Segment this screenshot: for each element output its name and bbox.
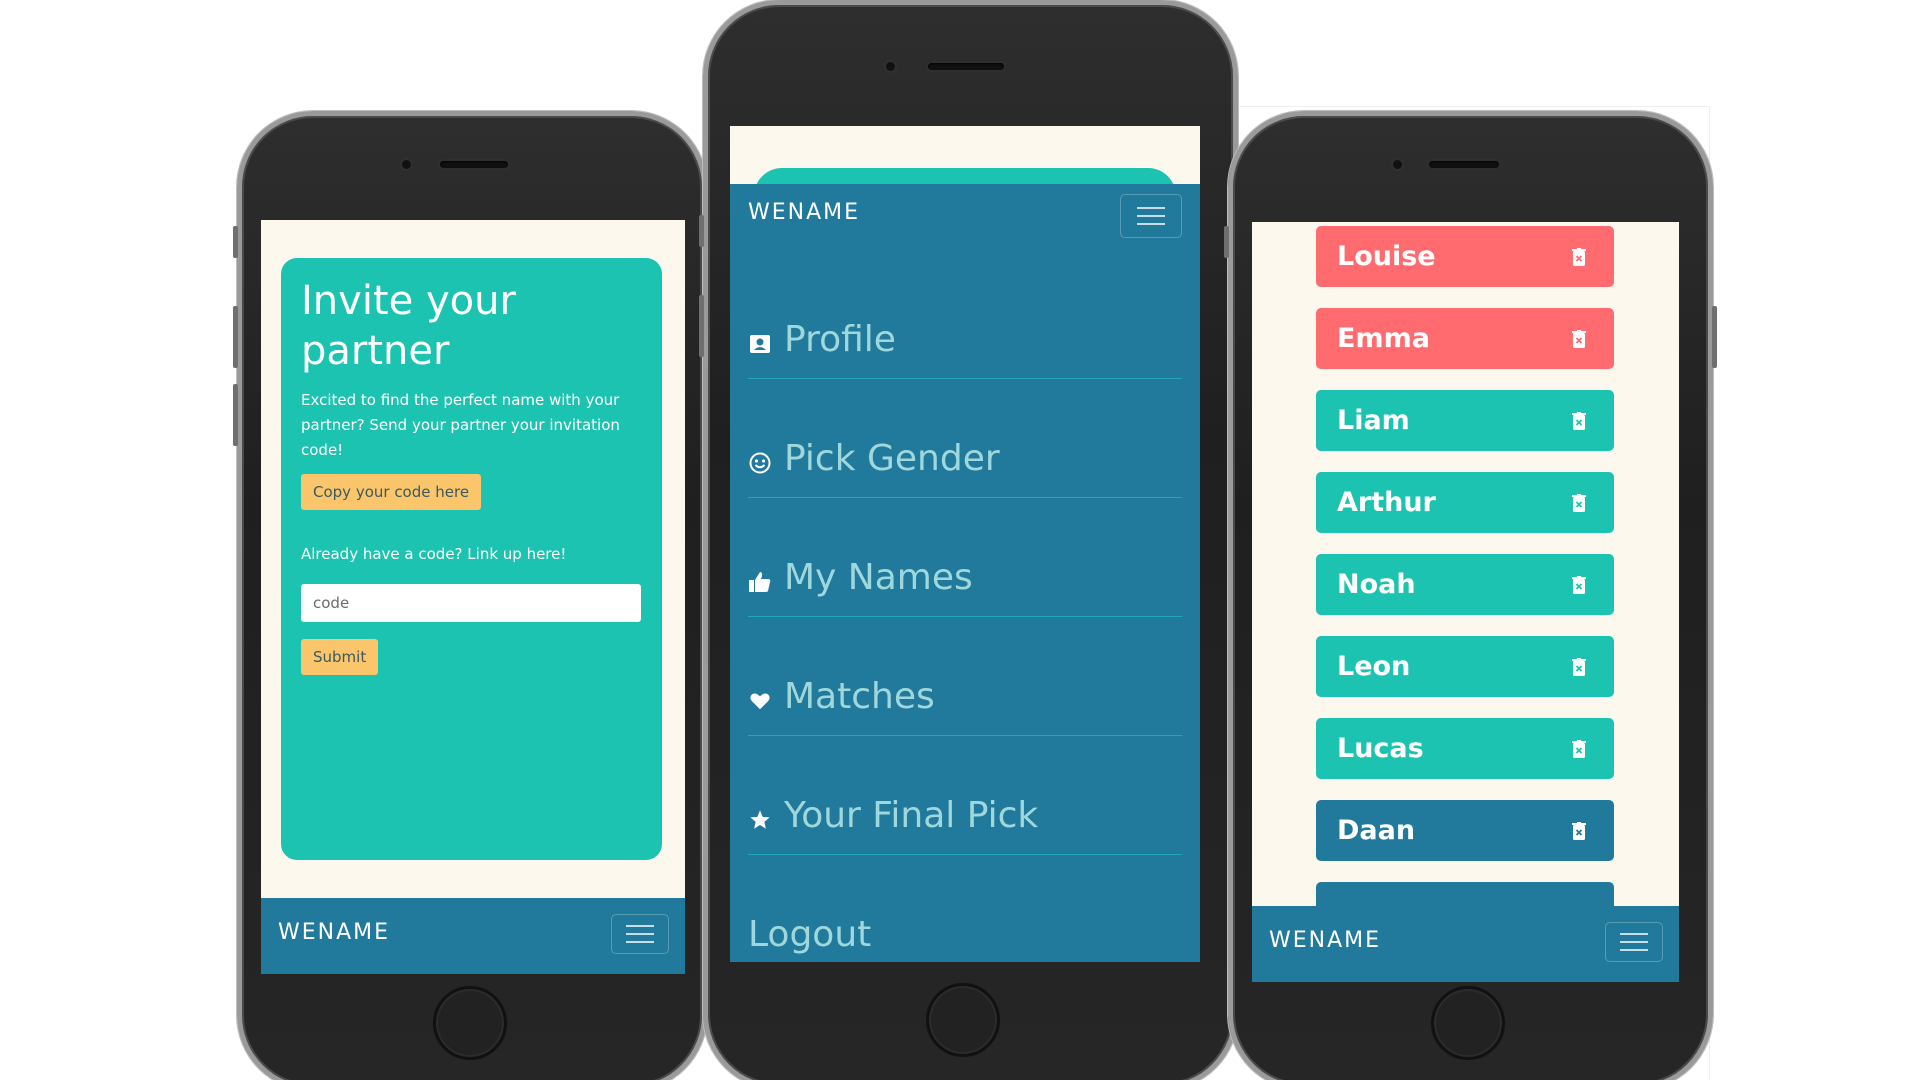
- side-button: [1712, 306, 1717, 368]
- menu-item-label: Matches: [784, 676, 935, 717]
- code-input[interactable]: [301, 584, 641, 622]
- trash-icon[interactable]: [1572, 658, 1586, 676]
- menu-item-label: Your Final Pick: [784, 795, 1039, 836]
- side-button: [233, 384, 238, 446]
- trash-icon[interactable]: [1572, 740, 1586, 758]
- trash-icon[interactable]: [1572, 330, 1586, 348]
- navbar: WENAME: [261, 898, 685, 974]
- profile-card-icon: [748, 332, 772, 356]
- home-button: [433, 986, 507, 1060]
- hamburger-icon: [626, 925, 654, 927]
- thumbs-up-icon: [748, 570, 772, 594]
- trash-icon[interactable]: [1572, 248, 1586, 266]
- hamburger-icon: [626, 933, 654, 935]
- side-button: [233, 226, 238, 258]
- brand-logo[interactable]: WENAME: [278, 920, 390, 945]
- phone-names: Louise Emma Liam Arthur Noah Leon Lucas …: [1224, 111, 1717, 1080]
- phone-invite: Invite your partner Excited to find the …: [233, 111, 707, 1080]
- menu-screen: WENAME Profile Pick Gender My Names Matc…: [730, 126, 1200, 962]
- menu-item-final-pick[interactable]: Your Final Pick: [748, 736, 1182, 855]
- list-item[interactable]: Arthur: [1316, 472, 1614, 533]
- names-screen: Louise Emma Liam Arthur Noah Leon Lucas …: [1252, 222, 1679, 982]
- home-button: [926, 983, 1000, 1057]
- invite-screen: Invite your partner Excited to find the …: [261, 220, 685, 974]
- copy-code-button[interactable]: Copy your code here: [301, 474, 482, 510]
- hamburger-menu-button[interactable]: [1120, 194, 1182, 238]
- invite-description: Excited to find the perfect name with yo…: [301, 391, 620, 459]
- hamburger-menu-button[interactable]: [611, 914, 669, 954]
- menu-item-logout[interactable]: Logout: [748, 855, 1182, 962]
- navbar: WENAME: [730, 184, 1200, 260]
- divider: [1228, 106, 1710, 107]
- brand-logo[interactable]: WENAME: [1269, 928, 1381, 953]
- list-item[interactable]: Noah: [1316, 554, 1614, 615]
- name-label: Emma: [1337, 323, 1430, 354]
- menu-item-profile[interactable]: Profile: [748, 260, 1182, 379]
- hamburger-icon: [1620, 949, 1648, 951]
- camera: [402, 160, 411, 169]
- name-label: Lucas: [1337, 733, 1424, 764]
- menu-item-matches[interactable]: Matches: [748, 617, 1182, 736]
- list-item[interactable]: Emma: [1316, 308, 1614, 369]
- names-list: Louise Emma Liam Arthur Noah Leon Lucas …: [1316, 226, 1614, 964]
- speaker: [928, 63, 1004, 70]
- heart-icon: [748, 689, 772, 713]
- list-item[interactable]: Liam: [1316, 390, 1614, 451]
- trash-icon[interactable]: [1572, 576, 1586, 594]
- hamburger-icon: [1137, 223, 1165, 225]
- trash-icon[interactable]: [1572, 822, 1586, 840]
- invite-card: Invite your partner Excited to find the …: [281, 258, 662, 860]
- name-label: Leon: [1337, 651, 1411, 682]
- name-label: Arthur: [1337, 487, 1436, 518]
- name-label: Louise: [1337, 241, 1436, 272]
- menu-item-pick-gender[interactable]: Pick Gender: [748, 379, 1182, 498]
- camera: [1393, 160, 1402, 169]
- side-button: [1224, 226, 1229, 258]
- list-item[interactable]: Louise: [1316, 226, 1614, 287]
- trash-icon[interactable]: [1572, 412, 1586, 430]
- menu-item-label: Profile: [784, 319, 896, 360]
- speaker: [440, 161, 508, 168]
- hamburger-icon: [626, 941, 654, 943]
- phone-menu: WENAME Profile Pick Gender My Names Matc…: [699, 0, 1238, 1080]
- home-button: [1431, 986, 1505, 1060]
- menu-item-my-names[interactable]: My Names: [748, 498, 1182, 617]
- smiley-icon: [748, 451, 772, 475]
- nav-menu: Profile Pick Gender My Names Matches You…: [748, 260, 1182, 962]
- side-button: [233, 306, 238, 368]
- menu-item-label: My Names: [784, 557, 973, 598]
- hamburger-icon: [1137, 215, 1165, 217]
- list-item[interactable]: Leon: [1316, 636, 1614, 697]
- menu-item-label: Logout: [748, 914, 872, 955]
- star-icon: [748, 808, 772, 832]
- list-item[interactable]: Lucas: [1316, 718, 1614, 779]
- side-button: [699, 215, 704, 247]
- name-label: Liam: [1337, 405, 1410, 436]
- side-button: [699, 295, 704, 357]
- brand-logo[interactable]: WENAME: [748, 200, 860, 225]
- list-item[interactable]: Daan: [1316, 800, 1614, 861]
- trash-icon[interactable]: [1572, 494, 1586, 512]
- page-title: Invite your partner: [301, 278, 516, 374]
- name-label: Daan: [1337, 815, 1416, 846]
- showcase-stage: Invite your partner Excited to find the …: [0, 0, 1920, 1080]
- speaker: [1429, 161, 1499, 168]
- menu-item-label: Pick Gender: [784, 438, 1000, 479]
- hamburger-icon: [1620, 941, 1648, 943]
- menu-panel: WENAME Profile Pick Gender My Names Matc…: [730, 184, 1200, 962]
- hamburger-menu-button[interactable]: [1605, 922, 1663, 962]
- camera: [886, 62, 895, 71]
- link-up-label: Already have a code? Link up here!: [301, 545, 567, 563]
- navbar: WENAME: [1252, 906, 1679, 982]
- hamburger-icon: [1620, 933, 1648, 935]
- submit-button[interactable]: Submit: [301, 639, 379, 675]
- hamburger-icon: [1137, 207, 1165, 209]
- name-label: Noah: [1337, 569, 1416, 600]
